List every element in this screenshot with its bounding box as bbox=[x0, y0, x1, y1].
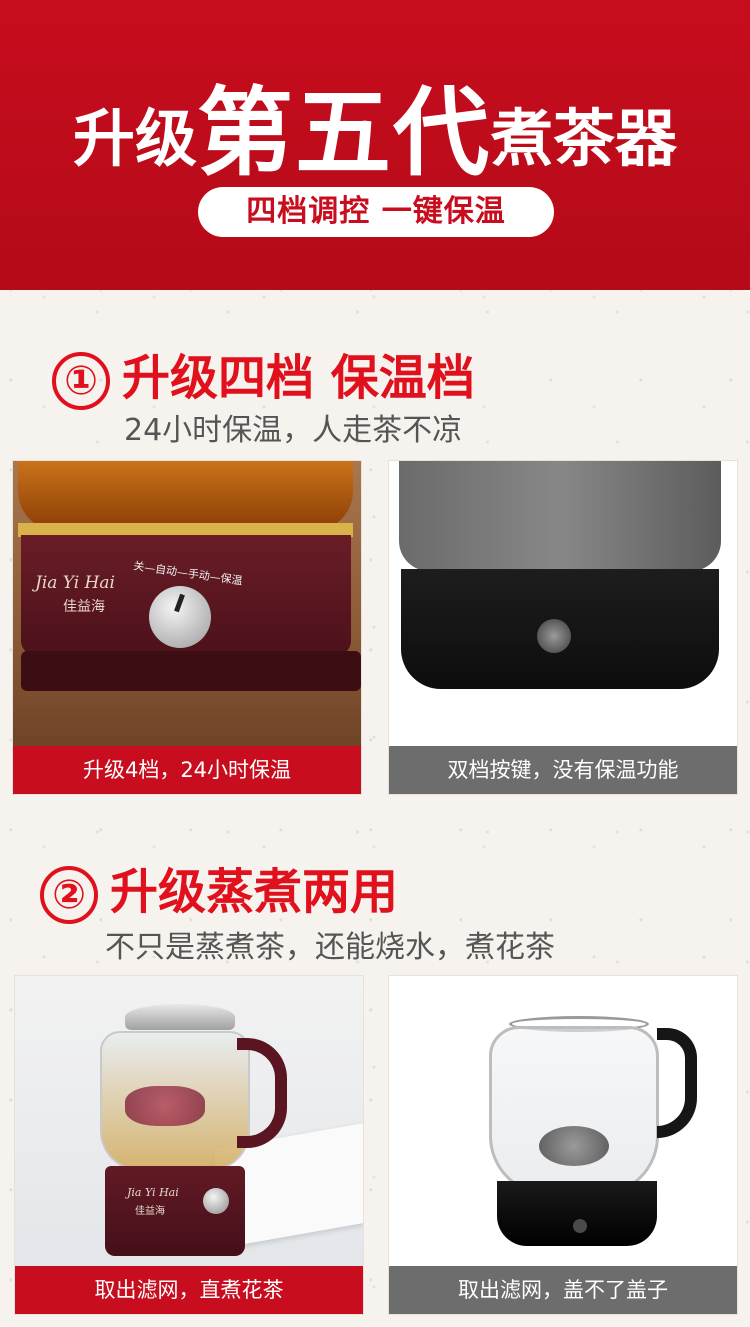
brand-logo-small: Jia Yi Hai bbox=[127, 1186, 179, 1199]
feature-pill: 四档调控 一键保温 bbox=[198, 187, 554, 237]
section2-title: ② 升级蒸煮两用 bbox=[40, 852, 398, 924]
kettle-handle bbox=[237, 1038, 287, 1148]
glass-carafe bbox=[489, 1026, 659, 1196]
white-background-2 bbox=[389, 976, 737, 1268]
black-base bbox=[497, 1181, 657, 1246]
power-button-icon bbox=[537, 619, 571, 653]
section1-subtitle: 24小时保温，人走茶不凉 bbox=[124, 413, 463, 448]
kettle-lid bbox=[125, 1004, 235, 1030]
wood-background: Jia Yi Hai 佳益海 关—自动—手动—保温 bbox=[13, 461, 361, 748]
brand-logo-cn: 佳益海 bbox=[63, 599, 105, 615]
white-background bbox=[389, 461, 737, 748]
caption-upgraded: 升级4档，24小时保温 bbox=[13, 746, 361, 794]
glass-pot bbox=[18, 461, 353, 531]
switch-icon bbox=[573, 1219, 587, 1233]
headline-prefix: 升级 bbox=[72, 102, 197, 175]
kettle-foot bbox=[21, 651, 361, 691]
section1-number: ① bbox=[52, 352, 110, 410]
section2-title-text: 升级蒸煮两用 bbox=[110, 864, 399, 920]
section1-title: ① 升级四档 保温档 bbox=[52, 338, 475, 410]
product-photo-no-lid: 取出滤网，盖不了盖子 bbox=[388, 975, 738, 1315]
heating-plate bbox=[539, 1126, 609, 1166]
glass-pot-grey bbox=[399, 461, 721, 571]
product-photo-competitor: 双档按键，没有保温功能 bbox=[388, 460, 738, 795]
headline: 升级第五代煮茶器 bbox=[0, 55, 750, 194]
section2-subtitle: 不只是蒸煮茶，还能烧水，煮花茶 bbox=[105, 930, 555, 965]
dial-icon bbox=[203, 1188, 229, 1214]
rose-flowers bbox=[125, 1086, 205, 1126]
black-handle bbox=[657, 1028, 697, 1138]
caption-no-lid: 取出滤网，盖不了盖子 bbox=[389, 1266, 737, 1314]
section1-title-text: 升级四档 保温档 bbox=[122, 350, 475, 406]
product-photo-upgraded: Jia Yi Hai 佳益海 关—自动—手动—保温 升级4档，24小时保温 bbox=[12, 460, 362, 795]
light-background: Jia Yi Hai 佳益海 bbox=[15, 976, 363, 1268]
headline-main: 第五代 bbox=[197, 77, 491, 189]
brand-logo: Jia Yi Hai bbox=[35, 573, 115, 593]
caption-competitor: 双档按键，没有保温功能 bbox=[389, 746, 737, 794]
headline-suffix: 煮茶器 bbox=[491, 102, 678, 175]
header-banner: 升级第五代煮茶器 四档调控 一键保温 bbox=[0, 0, 750, 290]
section2-number: ② bbox=[40, 866, 98, 924]
control-dial-icon bbox=[149, 586, 211, 648]
brand-logo-small-cn: 佳益海 bbox=[135, 1206, 165, 1217]
product-photo-flower-tea: Jia Yi Hai 佳益海 取出滤网，直煮花茶 bbox=[14, 975, 364, 1315]
caption-flower-tea: 取出滤网，直煮花茶 bbox=[15, 1266, 363, 1314]
